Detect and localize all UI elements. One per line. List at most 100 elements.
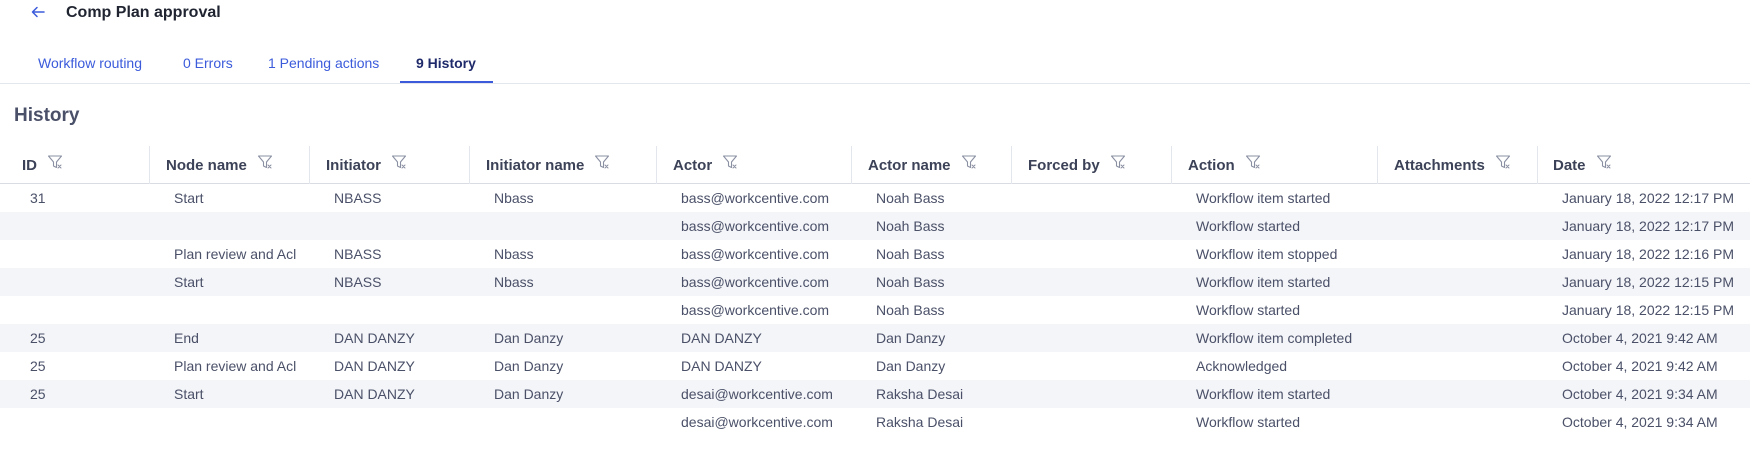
column-header-id[interactable]: ID — [22, 146, 63, 184]
column-header-initiator[interactable]: Initiator — [326, 146, 407, 184]
tab-pending-actions[interactable]: 1 Pending actions — [268, 55, 379, 84]
cell-actor: bass@workcentive.com — [681, 274, 830, 290]
tab-workflow-routing[interactable]: Workflow routing — [38, 55, 142, 84]
cell-initiator — [334, 296, 484, 324]
table-header: ID Node name Initiator Initiator name Actor A… — [0, 146, 1750, 184]
filter-icon[interactable] — [961, 154, 977, 170]
section-title: History — [14, 105, 80, 126]
filter-icon[interactable] — [722, 154, 738, 170]
filter-icon[interactable] — [257, 154, 273, 170]
back-button[interactable] — [28, 2, 48, 22]
cell-actor: DAN DANZY — [681, 358, 762, 374]
cell-initiator-name: Nbass — [494, 190, 534, 206]
cell-date: October 4, 2021 9:34 AM — [1562, 414, 1718, 430]
table-row[interactable]: Plan review and Acl NBASS Nbass bass@workce… — [0, 240, 1750, 268]
cell-date: January 18, 2022 12:16 PM — [1562, 246, 1735, 262]
column-separator[interactable] — [656, 146, 657, 184]
column-header-label: Node name — [166, 156, 247, 174]
column-header-date[interactable]: Date — [1553, 146, 1612, 184]
cell-attachments — [1402, 380, 1547, 408]
table-row[interactable]: 25 Start DAN DANZY Dan Danzy desai@workcenti… — [0, 380, 1750, 408]
cell-actor: desai@workcentive.com — [681, 386, 833, 402]
cell-actor: DAN DANZY — [681, 330, 762, 346]
column-header-forced-by[interactable]: Forced by — [1028, 146, 1126, 184]
column-header-label: Actor name — [868, 156, 951, 174]
cell-node-name: Start — [174, 386, 204, 402]
cell-initiator: NBASS — [334, 274, 382, 290]
cell-attachments — [1402, 268, 1547, 296]
column-separator[interactable] — [1377, 146, 1378, 184]
active-tab-indicator — [400, 81, 493, 83]
cell-node-name: End — [174, 330, 199, 346]
cell-actor: bass@workcentive.com — [681, 190, 830, 206]
filter-icon[interactable] — [47, 154, 63, 170]
column-header-label: Initiator name — [486, 156, 585, 174]
column-header-label: ID — [22, 156, 37, 174]
column-separator[interactable] — [1011, 146, 1012, 184]
column-separator[interactable] — [309, 146, 310, 184]
column-separator[interactable] — [851, 146, 852, 184]
cell-attachments — [1402, 408, 1547, 436]
cell-id — [30, 240, 160, 268]
column-separator[interactable] — [1171, 146, 1172, 184]
cell-action: Workflow item started — [1196, 386, 1331, 402]
column-separator[interactable] — [149, 146, 150, 184]
column-separator[interactable] — [469, 146, 470, 184]
table-row[interactable]: Start NBASS Nbass bass@workcentive.com Noah … — [0, 268, 1750, 296]
cell-initiator: DAN DANZY — [334, 386, 415, 402]
filter-icon[interactable] — [391, 154, 407, 170]
cell-initiator: NBASS — [334, 246, 382, 262]
cell-initiator-name — [494, 408, 669, 436]
cell-actor: bass@workcentive.com — [681, 218, 830, 234]
column-header-node-name[interactable]: Node name — [166, 146, 273, 184]
column-header-action[interactable]: Action — [1188, 146, 1261, 184]
cell-action: Acknowledged — [1196, 358, 1288, 374]
tab-bar: Workflow routing 0 Errors 1 Pending acti… — [0, 48, 1750, 84]
cell-attachments — [1402, 184, 1547, 212]
column-header-attachments[interactable]: Attachments — [1394, 146, 1511, 184]
cell-forced-by — [1036, 212, 1181, 240]
cell-initiator-name: Dan Danzy — [494, 358, 564, 374]
column-header-actor[interactable]: Actor — [673, 146, 738, 184]
cell-node-name: Plan review and Acl — [174, 246, 297, 262]
cell-initiator-name — [494, 296, 669, 324]
cell-attachments — [1402, 296, 1547, 324]
filter-icon[interactable] — [1110, 154, 1126, 170]
filter-icon[interactable] — [1245, 154, 1261, 170]
cell-date: January 18, 2022 12:17 PM — [1562, 218, 1735, 234]
column-header-initiator-name[interactable]: Initiator name — [486, 146, 610, 184]
filter-icon[interactable] — [1495, 154, 1511, 170]
cell-actor-name: Noah Bass — [876, 218, 945, 234]
tab-history[interactable]: 9 History — [416, 55, 476, 84]
table-row[interactable]: 25 Plan review and Acl DAN DANZY Dan Danzy D… — [0, 352, 1750, 380]
cell-actor: desai@workcentive.com — [681, 414, 833, 430]
cell-attachments — [1402, 324, 1547, 352]
cell-id — [30, 268, 160, 296]
cell-action: Workflow item completed — [1196, 330, 1353, 346]
table-row[interactable]: bass@workcentive.com Noah Bass Workflow st… — [0, 296, 1750, 324]
column-header-actor-name[interactable]: Actor name — [868, 146, 977, 184]
cell-forced-by — [1036, 380, 1181, 408]
column-separator[interactable] — [1537, 146, 1538, 184]
table-row[interactable]: desai@workcentive.com Raksha Desai Workflo… — [0, 408, 1750, 436]
cell-forced-by — [1036, 408, 1181, 436]
tab-errors[interactable]: 0 Errors — [183, 55, 233, 84]
cell-action: Workflow item started — [1196, 190, 1331, 206]
table-row[interactable]: 31 Start NBASS Nbass bass@workcentive.com Noa… — [0, 184, 1750, 212]
cell-date: January 18, 2022 12:15 PM — [1562, 302, 1735, 318]
cell-initiator — [334, 408, 484, 436]
cell-forced-by — [1036, 296, 1181, 324]
column-header-label: Date — [1553, 156, 1586, 174]
cell-action: Workflow started — [1196, 302, 1300, 318]
arrow-left-icon — [31, 6, 45, 18]
cell-initiator-name: Nbass — [494, 274, 534, 290]
filter-icon[interactable] — [594, 154, 610, 170]
cell-node-name — [174, 296, 306, 324]
filter-icon[interactable] — [1596, 154, 1612, 170]
table-row[interactable]: bass@workcentive.com Noah Bass Workflow st… — [0, 212, 1750, 240]
cell-date: January 18, 2022 12:15 PM — [1562, 274, 1735, 290]
table-row[interactable]: 25 End DAN DANZY Dan Danzy DAN DANZY Dan Danz… — [0, 324, 1750, 352]
cell-forced-by — [1036, 324, 1181, 352]
column-header-label: Forced by — [1028, 156, 1100, 174]
cell-actor-name: Raksha Desai — [876, 386, 964, 402]
